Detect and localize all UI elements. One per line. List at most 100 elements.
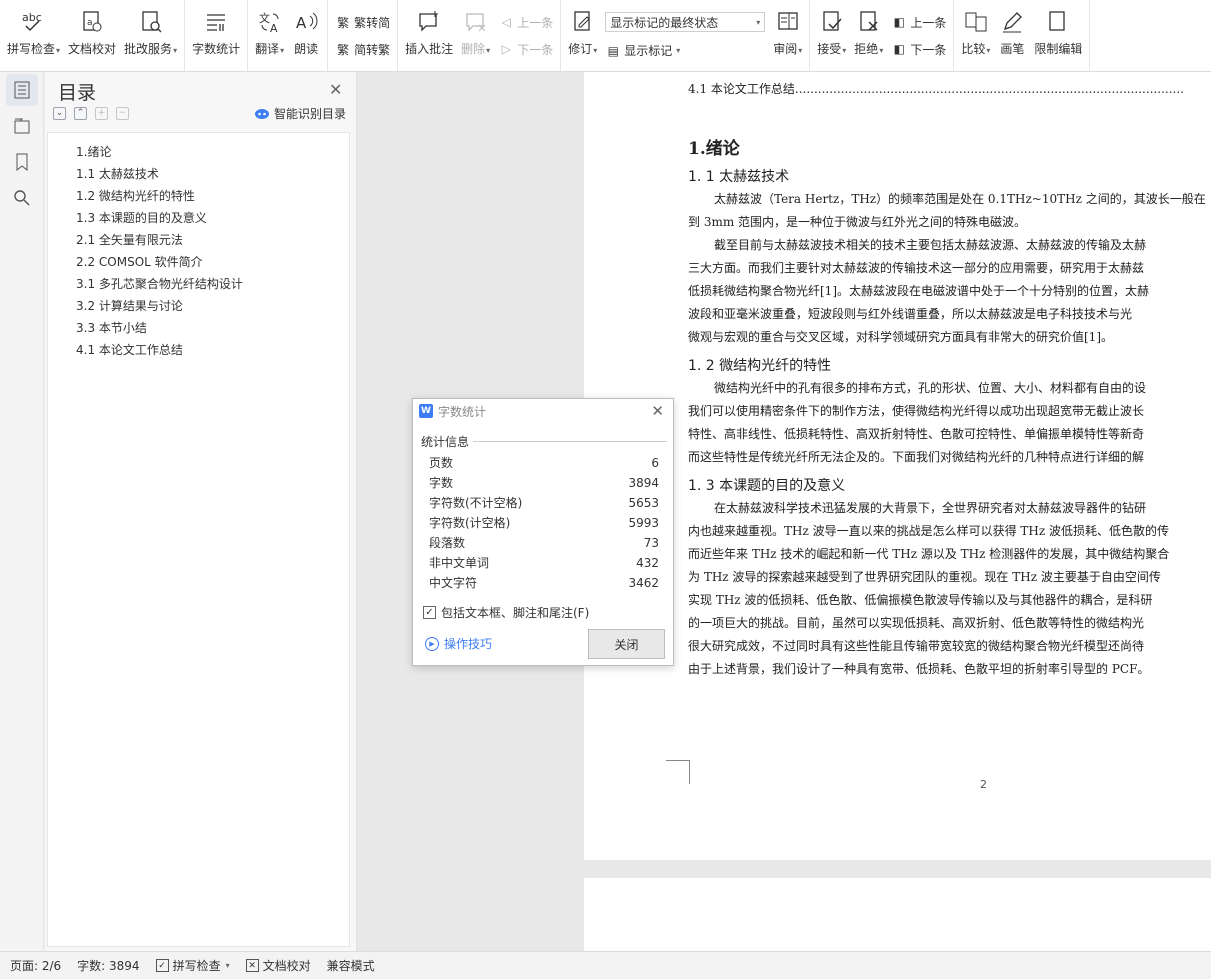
status-spell-check[interactable]: ✓ 拼写检查 ▾ — [155, 957, 230, 974]
ribbon-toolbar: abc 拼写检查▾ a 文档校对 批改服务▾ 字数统计 文A 翻译▾ A 朗读 … — [0, 0, 1211, 72]
toc-list: 1.绪论 1.1 太赫兹技术 1.2 微结构光纤的特性 1.3 本课题的目的及意义 2.… — [48, 133, 349, 361]
compat-mode: 兼容模式 — [326, 959, 375, 973]
minus-icon[interactable]: − — [116, 107, 129, 120]
pen-button[interactable]: 画笔 — [994, 0, 1030, 71]
stat-row: 字符数(不计空格) 5653 — [429, 493, 659, 513]
paragraph-line: 微观与宏观的重合与交叉区域，对科学领域研究方面具有非常大的研究价值[1]。 — [688, 330, 1114, 344]
plus-icon[interactable]: + — [95, 107, 108, 120]
doc-proof-icon: a — [78, 8, 106, 36]
spell-check-icon: abc — [20, 8, 48, 36]
toc-item[interactable]: 2.2 COMSOL 软件简介 — [48, 251, 349, 273]
toc-item[interactable]: 1.2 微结构光纤的特性 — [48, 185, 349, 207]
stat-row: 中文字符 3462 — [429, 573, 659, 593]
pen-icon — [998, 8, 1026, 36]
toc-item[interactable]: 1.3 本课题的目的及意义 — [48, 207, 349, 229]
toc-item[interactable]: 4.1 本论文工作总结 — [48, 339, 349, 361]
translate-button[interactable]: 文A 翻译▾ — [251, 0, 288, 71]
close-icon[interactable]: ✕ — [329, 80, 342, 99]
toc-item[interactable]: 1.1 太赫兹技术 — [48, 163, 349, 185]
paragraph-line: 内也越来越重视。THz 波导一直以来的挑战是怎么样可以获得 THz 波低损耗、低… — [688, 524, 1170, 538]
dialog-header: W 字数统计 — [413, 399, 673, 423]
show-markup-button[interactable]: ▤ 显示标记 ▾ — [605, 42, 765, 59]
paragraph-line: 而近些年来 THz 技术的崛起和新一代 THz 源以及 THz 检测器件的发展，… — [688, 547, 1170, 561]
search-rail-button[interactable] — [6, 182, 38, 214]
outline-rail-button[interactable] — [6, 110, 38, 142]
paragraph-line: 截至目前与太赫兹波技术相关的技术主要包括太赫兹波源、太赫兹波的传输及太赫 — [714, 238, 1147, 252]
smart-robot-icon — [254, 108, 269, 119]
paragraph-line: 实现 THz 波的低损耗、低色散、低偏振模色散波导传输以及与其他器件的耦合，是科… — [688, 593, 1153, 607]
dialog-close-icon[interactable]: ✕ — [651, 402, 664, 420]
toc-item[interactable]: 3.3 本节小结 — [48, 317, 349, 339]
stat-value: 432 — [636, 556, 659, 570]
heading-1-2: 1. 2 微结构光纤的特性 — [688, 358, 832, 374]
bookmark-rail-button[interactable] — [6, 146, 38, 178]
dialog-title: 字数统计 — [438, 404, 487, 419]
smart-toc-button[interactable]: 智能识别目录 — [254, 105, 346, 122]
paragraph-line: 三大方面。而我们主要针对太赫兹波的传输技术这一部分的应用需要，研究用于太赫兹 — [688, 261, 1145, 275]
tips-link[interactable]: ▶ 操作技巧 — [425, 635, 492, 652]
reject-button[interactable]: 拒绝▾ — [850, 0, 887, 71]
toc-item[interactable]: 1.绪论 — [48, 141, 349, 163]
count-group: 字数统计 — [185, 0, 249, 71]
markup-service-icon — [137, 8, 165, 36]
toc-item[interactable]: 3.1 多孔芯聚合物光纤结构设计 — [48, 273, 349, 295]
stat-label: 中文字符 — [429, 576, 478, 590]
translate-icon: 文A — [256, 8, 284, 36]
include-textbox-checkbox[interactable]: ✓ 包括文本框、脚注和尾注(F) — [423, 604, 589, 621]
prev-change-button[interactable]: ◧ 上一条 — [891, 14, 947, 31]
markup-service-button[interactable]: 批改服务▾ — [120, 0, 181, 71]
stat-value: 5653 — [628, 496, 659, 510]
spell-check-button[interactable]: abc 拼写检查▾ — [3, 0, 64, 71]
simplified-icon: 繁 — [337, 42, 350, 57]
toc-item[interactable]: 2.1 全矢量有限元法 — [48, 229, 349, 251]
to-simplified-button[interactable]: 繁简转繁 — [335, 41, 390, 58]
compare-button[interactable]: 比较▾ — [957, 0, 994, 71]
expand-up-icon[interactable]: ⌃ — [74, 107, 87, 120]
collapse-down-icon[interactable]: ⌄ — [53, 107, 66, 120]
insert-comment-button[interactable]: 插入批注 — [401, 0, 457, 71]
paragraph-line: 由于上述背景，我们设计了一种具有宽带、低损耗、色散平坦的折射率引导型的 PCF。 — [688, 662, 1150, 676]
status-doc-proof[interactable]: ✕ 文档校对 — [245, 957, 311, 974]
toc-rail-button[interactable] — [6, 74, 38, 106]
to-traditional-button[interactable]: 繁繁转简 — [335, 14, 390, 31]
paragraph-1: 太赫兹波（Tera Hertz，THz）的频率范围是处在 0.1THz~10TH… — [688, 188, 1208, 234]
stat-row: 字数 3894 — [429, 473, 659, 493]
stats-section-label: 统计信息 — [421, 433, 667, 450]
track-changes-button[interactable]: 修订▾ — [564, 0, 601, 71]
next-comment-button[interactable]: ▷ 下一条 — [498, 41, 554, 58]
word-count-button[interactable]: 字数统计 — [188, 0, 244, 71]
document-page[interactable]: 4.1 本论文工作总结.............................… — [584, 72, 1211, 860]
page-indicator[interactable]: 页面: 2/6 — [10, 957, 61, 974]
paragraph-3: 微结构光纤中的孔有很多的排布方式，孔的形状、位置、大小、材料都有自由的设 我们可以… — [688, 377, 1208, 469]
toc-pane: 目录 ✕ ⌄ ⌃ + − 智能识别目录 1.绪论 1.1 太赫兹技术 1.2 微结构… — [45, 72, 357, 951]
status-bar: 页面: 2/6 字数: 3894 ✓ 拼写检查 ▾ ✕ 文档校对 兼容模式 — [0, 951, 1211, 979]
prev-comment-button[interactable]: ◁ 上一条 — [498, 14, 554, 31]
stat-label: 字符数(不计空格) — [429, 496, 523, 510]
accept-button[interactable]: 接受▾ — [813, 0, 850, 71]
toc-item[interactable]: 3.2 计算结果与讨论 — [48, 295, 349, 317]
read-aloud-button[interactable]: A 朗读 — [288, 0, 324, 71]
doc-proof-button[interactable]: a 文档校对 — [64, 0, 120, 71]
paragraph-line: 在太赫兹波科学技术迅猛发展的大背景下，全世界研究者对太赫兹波导器件的钻研 — [714, 501, 1147, 515]
stat-value: 5993 — [628, 516, 659, 530]
heading-1-3: 1. 3 本课题的目的及意义 — [688, 478, 846, 494]
language-group: 文A 翻译▾ A 朗读 — [248, 0, 329, 71]
paragraph-line: 特性、高非线性、低损耗特性、高双折射特性、色散可控特性、单偏振单模特性等新奇 — [688, 427, 1145, 441]
paragraph-4: 在太赫兹波科学技术迅猛发展的大背景下，全世界研究者对太赫兹波导器件的钻研内也越来… — [688, 497, 1208, 681]
comment-add-icon — [415, 8, 443, 36]
word-count-icon — [202, 8, 230, 36]
delete-comment-button[interactable]: 删除▾ — [457, 0, 494, 71]
word-count-indicator[interactable]: 字数: 3894 — [77, 957, 139, 974]
markup-state-select[interactable]: 显示标记的最终状态 ▾ — [605, 12, 766, 32]
outline-icon — [14, 118, 30, 134]
dialog-close-button[interactable]: 关闭 — [588, 629, 665, 659]
next-page[interactable] — [584, 878, 1211, 951]
toc-list-box: 1.绪论 1.1 太赫兹技术 1.2 微结构光纤的特性 1.3 本课题的目的及意义 2.… — [47, 132, 350, 947]
lock-doc-icon — [1044, 8, 1072, 36]
restrict-edit-button[interactable]: 限制编辑 — [1030, 0, 1086, 71]
page-number: 2 — [980, 778, 987, 791]
prev-change-icon: ◧ — [893, 15, 905, 29]
next-change-button[interactable]: ◧ 下一条 — [891, 41, 947, 58]
review-pane-button[interactable]: 审阅▾ — [769, 0, 806, 71]
wps-logo-icon: W — [419, 404, 433, 418]
